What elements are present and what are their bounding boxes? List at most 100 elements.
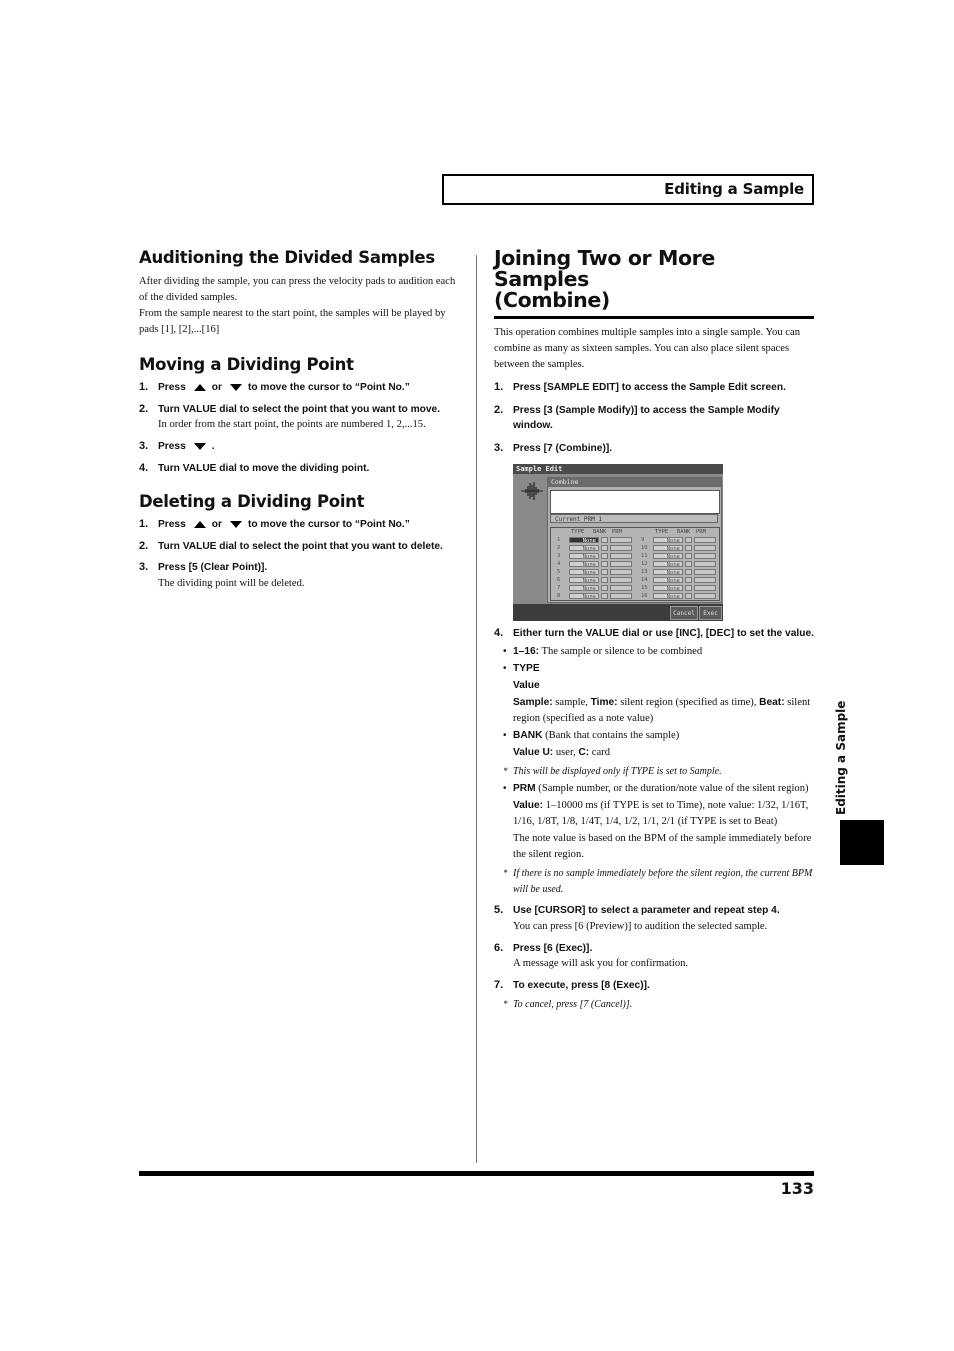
- type-field[interactable]: None: [653, 593, 683, 600]
- type-field[interactable]: None: [569, 537, 599, 544]
- exec-button[interactable]: Exec: [699, 606, 722, 620]
- bank-field[interactable]: [685, 545, 692, 551]
- type-field[interactable]: None: [569, 569, 599, 576]
- bank-field[interactable]: [685, 593, 692, 599]
- type-field[interactable]: None: [653, 553, 683, 560]
- step-text: Turn VALUE dial to select the point that…: [158, 403, 441, 415]
- step-number: 1.: [494, 381, 504, 393]
- col-header-type: TYPE: [571, 529, 585, 535]
- prm-field[interactable]: [694, 545, 716, 551]
- bank-field[interactable]: [685, 585, 692, 591]
- prm-field[interactable]: [610, 553, 632, 559]
- current-param: Current PRM 1: [550, 514, 718, 523]
- sample-edit-screenshot: Sample Edit Combine Current PRM 1 TYPE B…: [513, 464, 723, 621]
- combine-window: Combine Current PRM 1 TYPE BANK PRM TYPE…: [547, 477, 722, 603]
- up-arrow-icon: [193, 383, 206, 391]
- step-item: 1. Press or to move the cursor to “Point N…: [139, 517, 459, 533]
- bank-field[interactable]: [601, 561, 608, 567]
- step-item: 3. Press [7 (Combine)].: [494, 441, 814, 457]
- step-detail: The dividing point will be deleted.: [158, 577, 305, 589]
- type-field[interactable]: None: [653, 569, 683, 576]
- prm-field[interactable]: [610, 545, 632, 551]
- prm-field[interactable]: [694, 577, 716, 583]
- prm-field[interactable]: [610, 593, 632, 599]
- cancel-button[interactable]: Cancel: [670, 606, 698, 620]
- row-number: 5: [557, 569, 561, 575]
- col-header-prm: PRM: [612, 529, 622, 535]
- type-field[interactable]: None: [653, 577, 683, 584]
- bank-field[interactable]: [685, 553, 692, 559]
- combine-grid: TYPE BANK PRM TYPE BANK PRM 1 None 2 None 3 N…: [550, 527, 720, 601]
- step-text: Use [CURSOR] to select a parameter and r…: [513, 905, 780, 916]
- bullet-item: • 1–16: The sample or silence to be combi…: [503, 645, 703, 657]
- screen-title: Sample Edit: [513, 464, 723, 474]
- prm-field[interactable]: [610, 569, 632, 575]
- type-field[interactable]: None: [653, 545, 683, 552]
- column-divider: [476, 255, 477, 1163]
- bank-values: Value U: user, C: card: [513, 746, 611, 758]
- col-header-prm: PRM: [696, 529, 706, 535]
- type-field[interactable]: None: [653, 537, 683, 544]
- paragraph: After dividing the sample, you can press…: [139, 276, 456, 303]
- step-detail: You can press [6 (Preview)] to audition …: [513, 920, 768, 932]
- prm-field[interactable]: [610, 561, 632, 567]
- step-text: Press [6 (Exec)].: [513, 942, 593, 954]
- bank-field[interactable]: [601, 553, 608, 559]
- prm-field[interactable]: [610, 585, 632, 591]
- type-field[interactable]: None: [569, 585, 599, 592]
- bank-field[interactable]: [685, 537, 692, 543]
- step-item: 1. Press [SAMPLE EDIT] to access the Sam…: [494, 380, 814, 396]
- step-detail: In order from the start point, the point…: [158, 419, 426, 430]
- bank-field[interactable]: [685, 561, 692, 567]
- step-number: 4.: [494, 627, 504, 639]
- type-values: Sample: sample, Time: silent region (spe…: [513, 696, 811, 724]
- bank-field[interactable]: [601, 585, 608, 591]
- prm-field[interactable]: [694, 553, 716, 559]
- type-field[interactable]: None: [653, 561, 683, 568]
- step-text: To execute, press [8 (Exec)].: [513, 980, 650, 991]
- step-item: 2. Press [3 (Sample Modify)] to access t…: [494, 403, 814, 434]
- prm-values: Value: 1–10000 ms (if TYPE is set to Tim…: [513, 800, 809, 827]
- type-field[interactable]: None: [569, 553, 599, 560]
- step-item: 6. Press [6 (Exec)].: [494, 941, 814, 957]
- type-field[interactable]: None: [653, 585, 683, 592]
- prm-field[interactable]: [694, 585, 716, 591]
- down-arrow-icon: [229, 520, 242, 528]
- bank-field[interactable]: [601, 545, 608, 551]
- step-item: 3. Press [5 (Clear Point)].: [139, 560, 459, 576]
- step-item: 2. Turn VALUE dial to select the point t…: [139, 539, 459, 555]
- bank-field[interactable]: [601, 577, 608, 583]
- running-header: Editing a Sample: [442, 174, 814, 205]
- right-column: Joining Two or More Samples (Combine) Th…: [494, 248, 814, 1012]
- bullet-item: • PRM (Sample number, or the duration/not…: [503, 783, 809, 794]
- row-number: 16: [641, 593, 648, 599]
- prm-field[interactable]: [694, 593, 716, 599]
- section-title-moving: Moving a Dividing Point: [139, 355, 354, 374]
- type-field[interactable]: None: [569, 593, 599, 600]
- bank-field[interactable]: [685, 569, 692, 575]
- step-text: .: [211, 441, 215, 452]
- type-field[interactable]: None: [569, 577, 599, 584]
- bank-field[interactable]: [601, 593, 608, 599]
- step-number: 4.: [139, 461, 149, 474]
- prm-field[interactable]: [694, 569, 716, 575]
- type-field[interactable]: None: [569, 545, 599, 552]
- step-number: 3.: [139, 561, 149, 573]
- row-number: 8: [557, 593, 561, 599]
- row-number: 7: [557, 585, 561, 591]
- prm-field[interactable]: [610, 537, 632, 543]
- prm-field[interactable]: [694, 537, 716, 543]
- step-item: 4. Turn VALUE dial to move the dividing …: [139, 461, 459, 477]
- type-field[interactable]: None: [569, 561, 599, 568]
- row-number: 12: [641, 561, 648, 567]
- bank-field[interactable]: [601, 537, 608, 543]
- step-number: 2.: [139, 402, 149, 415]
- bank-field[interactable]: [685, 577, 692, 583]
- paragraph: From the sample nearest to the start poi…: [139, 308, 446, 335]
- bank-field[interactable]: [601, 569, 608, 575]
- prm-field[interactable]: [694, 561, 716, 567]
- step-text: Press [3 (Sample Modify)] to access the …: [513, 404, 780, 432]
- page-number: 133: [780, 1179, 814, 1198]
- prm-field[interactable]: [610, 577, 632, 583]
- prm-detail: The note value is based on the BPM of th…: [513, 833, 812, 860]
